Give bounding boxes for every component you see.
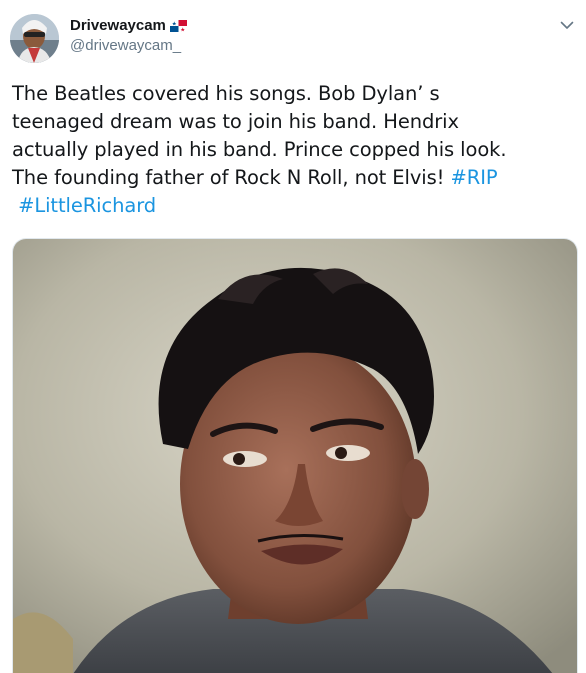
hashtag-link[interactable]: #RIP bbox=[451, 166, 498, 189]
tweet-card: Drivewaycam @drivewaycam_ The Beatles co… bbox=[0, 0, 586, 673]
hashtag-link[interactable]: #LittleRichard bbox=[18, 194, 156, 217]
tweet-text-line-with-hashtag: The founding father of Rock N Roll, not … bbox=[12, 164, 578, 192]
tweet-text-line: The Beatles covered his songs. Bob Dylan… bbox=[12, 82, 440, 105]
user-handle[interactable]: @drivewaycam_ bbox=[70, 36, 187, 56]
user-info[interactable]: Drivewaycam @drivewaycam_ bbox=[70, 16, 187, 56]
tweet-media-image[interactable] bbox=[12, 238, 578, 673]
tweet-text-line: teenaged dream was to join his band. Hen… bbox=[12, 110, 459, 133]
tweet-text-line: actually played in his band. Prince copp… bbox=[12, 138, 507, 161]
user-avatar-icon bbox=[10, 14, 59, 63]
panama-flag-icon bbox=[169, 19, 187, 32]
display-name[interactable]: Drivewaycam bbox=[70, 16, 166, 36]
chevron-down-icon[interactable] bbox=[558, 16, 576, 34]
portrait-photo bbox=[13, 239, 577, 673]
avatar[interactable] bbox=[10, 14, 59, 63]
tweet-text-line: #LittleRichard bbox=[12, 192, 578, 220]
tweet-text: The Beatles covered his songs. Bob Dylan… bbox=[12, 80, 578, 220]
tweet-text-segment: The founding father of Rock N Roll, not … bbox=[12, 166, 445, 189]
